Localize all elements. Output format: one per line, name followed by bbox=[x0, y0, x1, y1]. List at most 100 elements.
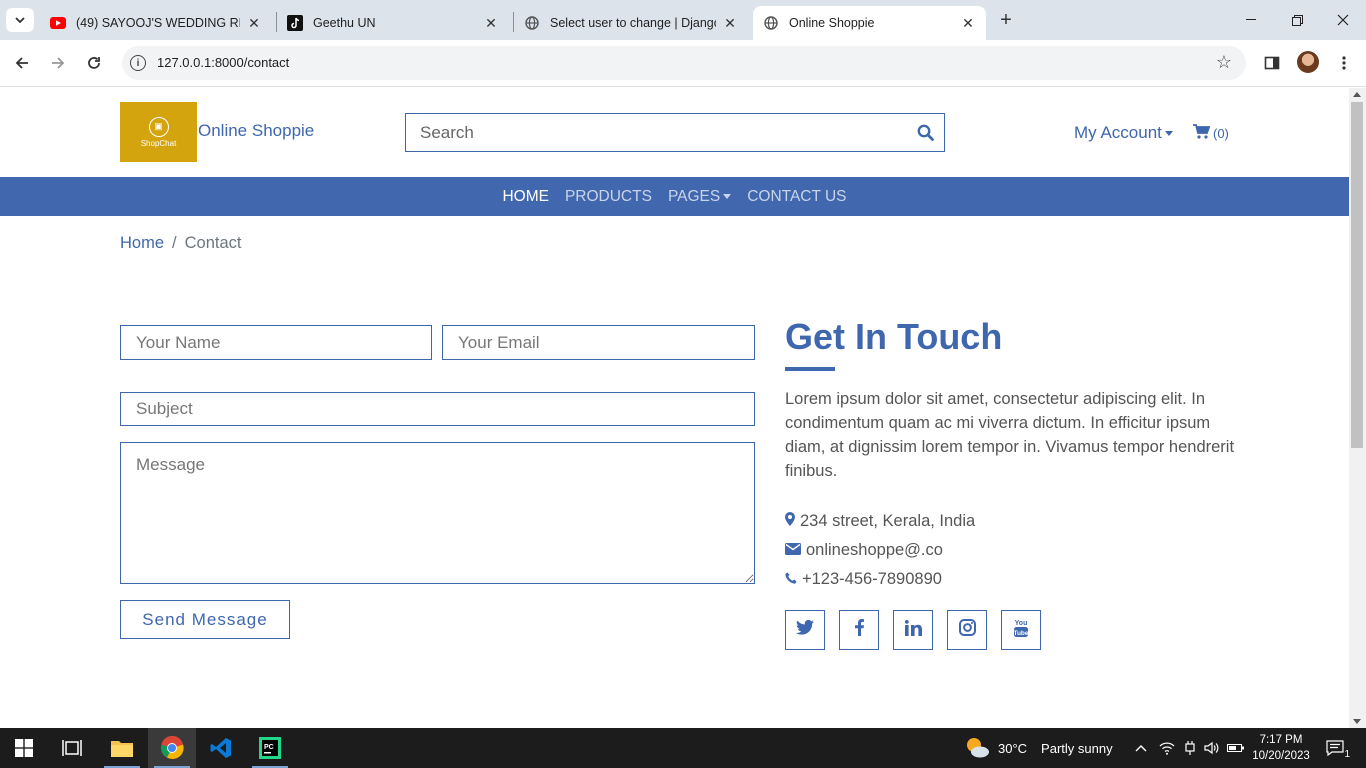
clock-date: 10/20/2023 bbox=[1252, 750, 1310, 762]
notification-icon bbox=[1326, 740, 1344, 756]
tab-online-shoppie[interactable]: Online Shoppie ✕ bbox=[753, 6, 986, 40]
tiktok-icon bbox=[287, 15, 303, 31]
back-button[interactable] bbox=[11, 52, 33, 74]
email-text[interactable]: onlineshoppe@.co bbox=[806, 541, 943, 560]
close-icon[interactable]: ✕ bbox=[960, 15, 976, 31]
forward-button[interactable] bbox=[47, 52, 69, 74]
globe-icon bbox=[524, 15, 540, 31]
facebook-button[interactable] bbox=[839, 610, 879, 650]
chat-bag-icon: ▣ bbox=[148, 116, 169, 137]
notification-count: 1 bbox=[1344, 749, 1350, 760]
tab-title: Select user to change | Django bbox=[550, 16, 716, 30]
nav-pages-label: PAGES bbox=[667, 187, 721, 205]
bookmark-star-icon[interactable]: ☆ bbox=[1216, 52, 1232, 73]
name-field[interactable] bbox=[120, 325, 432, 360]
close-icon[interactable]: ✕ bbox=[483, 15, 499, 31]
breadcrumb-separator: / bbox=[172, 234, 177, 252]
side-panel-icon[interactable] bbox=[1261, 52, 1283, 74]
close-window-button[interactable] bbox=[1320, 0, 1366, 40]
new-tab-button[interactable]: + bbox=[996, 9, 1016, 31]
get-in-touch-text: Lorem ipsum dolor sit amet, consectetur … bbox=[785, 390, 1235, 480]
plug-icon[interactable] bbox=[1180, 738, 1200, 758]
twitter-button[interactable] bbox=[785, 610, 825, 650]
breadcrumb-current: Contact bbox=[184, 234, 242, 252]
send-message-button[interactable]: Send Message bbox=[120, 600, 290, 639]
close-icon[interactable]: ✕ bbox=[246, 15, 262, 31]
scroll-down-icon[interactable] bbox=[1353, 719, 1361, 724]
email-field[interactable] bbox=[442, 325, 755, 360]
youtube-button[interactable]: You Tube bbox=[1001, 610, 1041, 650]
search-box bbox=[405, 113, 945, 152]
envelope-icon bbox=[785, 541, 801, 560]
instagram-button[interactable] bbox=[947, 610, 987, 650]
nav-pages-dropdown[interactable]: PAGES bbox=[667, 187, 732, 206]
notification-button[interactable]: 1 bbox=[1324, 738, 1350, 760]
vscode-icon bbox=[210, 738, 231, 758]
system-clock[interactable]: 7:17 PM 10/20/2023 bbox=[1250, 732, 1312, 764]
restore-button[interactable] bbox=[1274, 0, 1320, 40]
search-icon[interactable] bbox=[917, 124, 934, 146]
close-icon[interactable]: ✕ bbox=[722, 15, 738, 31]
volume-icon[interactable] bbox=[1202, 738, 1222, 758]
reload-button[interactable] bbox=[83, 52, 105, 74]
start-button[interactable] bbox=[0, 728, 48, 768]
message-field[interactable] bbox=[120, 442, 755, 584]
caret-down-icon bbox=[723, 193, 732, 199]
page-scrollbar[interactable] bbox=[1349, 88, 1366, 728]
weather-desc: Partly sunny bbox=[1041, 741, 1113, 756]
linkedin-icon bbox=[904, 619, 922, 641]
tab-search-button[interactable] bbox=[6, 8, 34, 32]
chrome-icon bbox=[161, 736, 184, 760]
battery-icon[interactable] bbox=[1226, 738, 1246, 758]
task-view-icon bbox=[62, 740, 82, 756]
file-explorer-button[interactable] bbox=[98, 728, 146, 768]
globe-icon bbox=[763, 15, 779, 31]
scroll-up-icon[interactable] bbox=[1353, 92, 1361, 97]
profile-avatar[interactable] bbox=[1297, 51, 1319, 73]
brand-name[interactable]: Online Shoppie bbox=[198, 121, 314, 141]
pycharm-button[interactable]: PC bbox=[246, 728, 294, 768]
web-page: ▣ ShopChat Online Shoppie My Account (0)… bbox=[0, 88, 1349, 710]
wifi-icon[interactable] bbox=[1157, 738, 1177, 758]
breadcrumb: Home / Contact bbox=[120, 234, 241, 253]
twitter-icon bbox=[796, 619, 814, 640]
tab-youtube[interactable]: (49) SAYOOJ'S WEDDING RECE ✕ bbox=[40, 6, 272, 40]
address-bar[interactable]: i 127.0.0.1:8000/contact ☆ bbox=[122, 46, 1246, 80]
browser-tab-bar: (49) SAYOOJ'S WEDDING RECE ✕ Geethu UN ✕… bbox=[0, 0, 1366, 40]
tab-django-admin[interactable]: Select user to change | Django ✕ bbox=[514, 6, 748, 40]
url-text: 127.0.0.1:8000/contact bbox=[157, 55, 290, 70]
minimize-button[interactable] bbox=[1228, 0, 1274, 40]
nav-contact-us[interactable]: CONTACT US bbox=[747, 188, 846, 206]
search-input[interactable] bbox=[406, 114, 906, 151]
linkedin-button[interactable] bbox=[893, 610, 933, 650]
subject-field[interactable] bbox=[120, 392, 755, 426]
tab-title: Geethu UN bbox=[313, 16, 376, 30]
my-account-dropdown[interactable]: My Account bbox=[1074, 123, 1173, 143]
browser-toolbar: i 127.0.0.1:8000/contact ☆ bbox=[0, 40, 1366, 87]
youtube-icon: You Tube bbox=[1013, 618, 1029, 643]
task-view-button[interactable] bbox=[48, 728, 96, 768]
address-text: 234 street, Kerala, India bbox=[800, 512, 976, 530]
chevron-up-icon[interactable] bbox=[1131, 738, 1151, 758]
cart-count: (0) bbox=[1213, 125, 1229, 141]
contact-phone: +123-456-7890890 bbox=[785, 570, 942, 589]
instagram-icon bbox=[958, 619, 976, 641]
chrome-button[interactable] bbox=[148, 728, 196, 768]
nav-home[interactable]: HOME bbox=[502, 188, 549, 206]
site-logo[interactable]: ▣ ShopChat bbox=[120, 102, 197, 162]
tab-title: Online Shoppie bbox=[789, 16, 875, 30]
vscode-button[interactable] bbox=[197, 728, 245, 768]
youtube-icon bbox=[50, 15, 66, 31]
browser-menu-icon[interactable] bbox=[1333, 52, 1355, 74]
weather-widget[interactable]: 30°C Partly sunny bbox=[964, 736, 1113, 761]
tab-geethu[interactable]: Geethu UN ✕ bbox=[277, 6, 509, 40]
phone-icon bbox=[785, 570, 797, 589]
clock-time: 7:17 PM bbox=[1259, 734, 1303, 746]
nav-products[interactable]: PRODUCTS bbox=[565, 188, 652, 206]
folder-icon bbox=[111, 741, 133, 757]
scrollbar-thumb[interactable] bbox=[1351, 102, 1363, 448]
site-info-icon[interactable]: i bbox=[130, 55, 146, 71]
map-marker-icon bbox=[785, 512, 795, 531]
breadcrumb-home[interactable]: Home bbox=[120, 234, 164, 253]
cart-link[interactable]: (0) bbox=[1193, 124, 1229, 142]
